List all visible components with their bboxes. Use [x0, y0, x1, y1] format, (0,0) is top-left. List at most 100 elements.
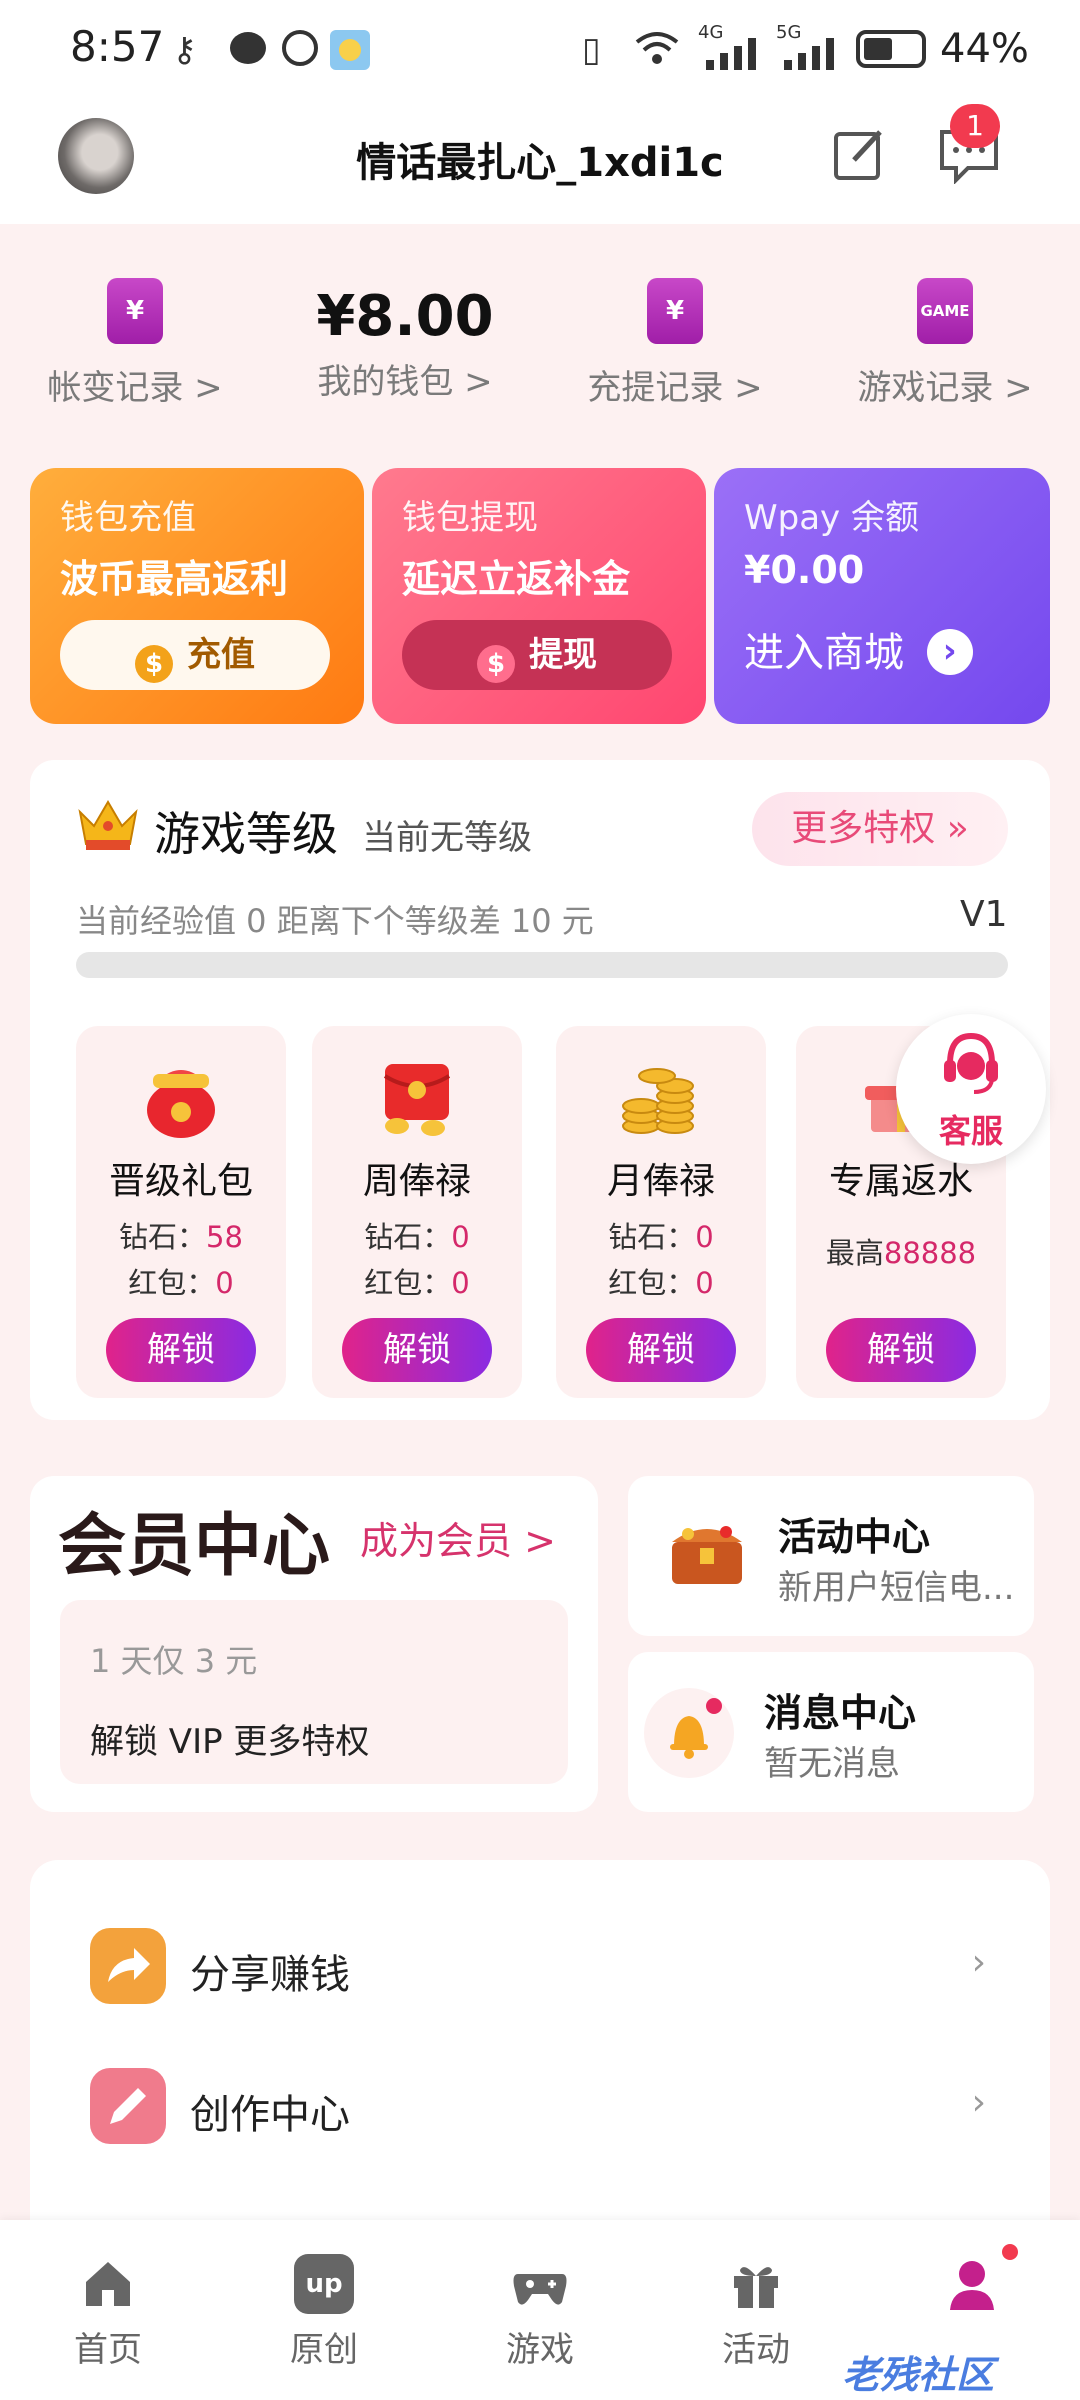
unlock-button[interactable]: 解锁 — [106, 1318, 256, 1382]
notification-dot — [1002, 2244, 1018, 2260]
bell-icon — [644, 1688, 734, 1778]
member-price: 1 天仅 3 元 — [90, 1642, 258, 1680]
perk-redpacket-line: 红包：0 — [608, 1266, 714, 1300]
wallet-yen-icon: ¥ — [647, 278, 703, 344]
wpay-balance: ¥0.00 — [744, 548, 865, 592]
perk-card-upgrade-gift[interactable]: 晋级礼包 钻石：58 红包：0 解锁 — [76, 1026, 286, 1398]
next-level-label: V1 — [960, 894, 1008, 935]
signal-icon — [778, 36, 844, 70]
battery-icon — [856, 30, 926, 68]
chat-bubble-icon — [230, 32, 266, 64]
nav-home[interactable]: 首页 — [0, 2254, 216, 2371]
promo-title: Wpay 余额 — [744, 498, 919, 538]
withdraw-button[interactable]: $ 提现 — [402, 620, 672, 690]
nav-label: 活动 — [722, 2330, 790, 2370]
become-member-link[interactable]: 成为会员 > — [360, 1510, 556, 1565]
level-title: 游戏等级 — [154, 807, 338, 861]
enter-mall-button[interactable]: 进入商城 › — [744, 620, 973, 678]
list-item-label: 创作中心 — [190, 2092, 350, 2138]
unlock-button[interactable]: 解锁 — [586, 1318, 736, 1382]
pencil-icon — [90, 2068, 166, 2144]
enter-mall-label: 进入商城 — [744, 630, 904, 676]
wpay-card[interactable]: Wpay 余额 ¥0.00 进入商城 › — [714, 468, 1050, 724]
customer-service-button[interactable]: 客服 — [896, 1014, 1046, 1164]
share-arrow-icon — [90, 1928, 166, 2004]
message-center-card[interactable]: 消息中心 暂无消息 — [628, 1652, 1034, 1812]
promo-title: 钱包充值 — [60, 498, 196, 538]
recharge-card[interactable]: 钱包充值 波币最高返利 $ 充值 — [30, 468, 364, 724]
wallet-item-label: 我的钱包 > — [317, 362, 493, 402]
red-envelope-icon — [367, 1056, 467, 1140]
wifi-icon — [632, 28, 682, 68]
dollar-coin-icon: $ — [135, 645, 173, 683]
profile-icon — [942, 2254, 1002, 2314]
nav-label: 游戏 — [506, 2330, 574, 2370]
experience-text: 当前经验值 0 距离下个等级差 10 元 — [76, 902, 594, 940]
activity-center-subtitle: 新用户短信电... — [778, 1568, 1015, 1608]
avatar[interactable] — [58, 118, 134, 194]
unlock-button[interactable]: 解锁 — [826, 1318, 976, 1382]
treasure-chest-icon — [664, 1512, 750, 1592]
activity-center-card[interactable]: 活动中心 新用户短信电... — [628, 1476, 1034, 1636]
wallet-balance: ¥8.00 — [316, 284, 494, 349]
location-icon — [282, 30, 318, 66]
withdraw-button-label: 提现 — [529, 635, 597, 675]
wallet-yen-icon: ¥ — [107, 278, 163, 344]
account-records-link[interactable]: ¥ 帐变记录 > — [0, 270, 270, 420]
nav-profile[interactable] — [864, 2254, 1080, 2322]
customer-service-label: 客服 — [938, 1112, 1003, 1150]
headset-icon — [942, 1030, 1000, 1096]
status-time: 8:57 — [70, 22, 165, 71]
level-status: 当前无等级 — [362, 818, 532, 858]
list-item-creator-center[interactable]: 创作中心 › — [30, 2046, 1050, 2166]
promo-subtitle: 波币最高返利 — [60, 557, 289, 601]
list-item-share-earn[interactable]: 分享赚钱 › — [30, 1906, 1050, 2026]
nav-original[interactable]: up 原创 — [216, 2254, 432, 2371]
perk-name: 晋级礼包 — [108, 1161, 253, 1202]
recharge-button[interactable]: $ 充值 — [60, 620, 330, 690]
withdraw-card[interactable]: 钱包提现 延迟立返补金 $ 提现 — [372, 468, 706, 724]
more-privileges-button[interactable]: 更多特权 » — [752, 792, 1008, 866]
vibrate-icon: ▯ — [582, 30, 601, 70]
perk-redpacket-line: 红包：0 — [128, 1266, 234, 1300]
nav-activity[interactable]: 活动 — [648, 2254, 864, 2371]
activity-center-title: 活动中心 — [778, 1515, 931, 1559]
chevron-right-icon: › — [926, 629, 973, 675]
signal-icon — [700, 36, 766, 70]
member-center-title: 会员中心 — [58, 1507, 331, 1586]
perk-diamond-line: 钻石：0 — [364, 1220, 470, 1254]
gamepad-icon — [510, 2254, 570, 2314]
deposit-withdraw-records-link[interactable]: ¥ 充提记录 > — [540, 270, 810, 420]
perk-name: 月俸禄 — [606, 1161, 715, 1202]
home-icon — [78, 2254, 138, 2314]
unlock-button[interactable]: 解锁 — [342, 1318, 492, 1382]
perk-card-monthly-salary[interactable]: 月俸禄 钻石：0 红包：0 解锁 — [556, 1026, 766, 1398]
nav-label: 原创 — [290, 2330, 358, 2370]
perk-diamond-line: 钻石：0 — [608, 1220, 714, 1254]
wallet-item-label: 帐变记录 > — [47, 368, 223, 408]
gold-coins-icon — [611, 1056, 711, 1140]
up-icon: up — [294, 2254, 354, 2314]
member-description: 解锁 VIP 更多特权 — [90, 1722, 370, 1762]
my-wallet-link[interactable]: ¥8.00 我的钱包 > — [270, 270, 540, 420]
gift-icon — [726, 2254, 786, 2314]
key-icon: ⚷ — [172, 30, 197, 70]
perk-redpacket-line: 红包：0 — [364, 1266, 470, 1300]
username: 情话最扎心_1xdi1c — [356, 140, 724, 186]
edit-icon[interactable] — [830, 124, 890, 184]
experience-progress-bar — [76, 952, 1008, 978]
game-records-link[interactable]: GAME 游戏记录 > — [810, 270, 1080, 420]
chevron-right-icon: › — [971, 2082, 986, 2123]
crown-icon — [76, 796, 140, 852]
nav-label: 首页 — [74, 2330, 142, 2370]
message-badge: 1 — [950, 104, 1000, 148]
chevron-right-icon: › — [971, 1942, 986, 1983]
nav-games[interactable]: 游戏 — [432, 2254, 648, 2371]
gift-bag-icon — [131, 1056, 231, 1140]
perk-diamond-line: 钻石：58 — [119, 1220, 243, 1254]
perk-card-weekly-salary[interactable]: 周俸禄 钻石：0 红包：0 解锁 — [312, 1026, 522, 1398]
watermark-logo: 老残社区 — [842, 2353, 995, 2397]
promo-title: 钱包提现 — [402, 498, 538, 538]
list-item-label: 分享赚钱 — [190, 1952, 350, 1998]
game-phone-icon: GAME — [917, 278, 973, 344]
